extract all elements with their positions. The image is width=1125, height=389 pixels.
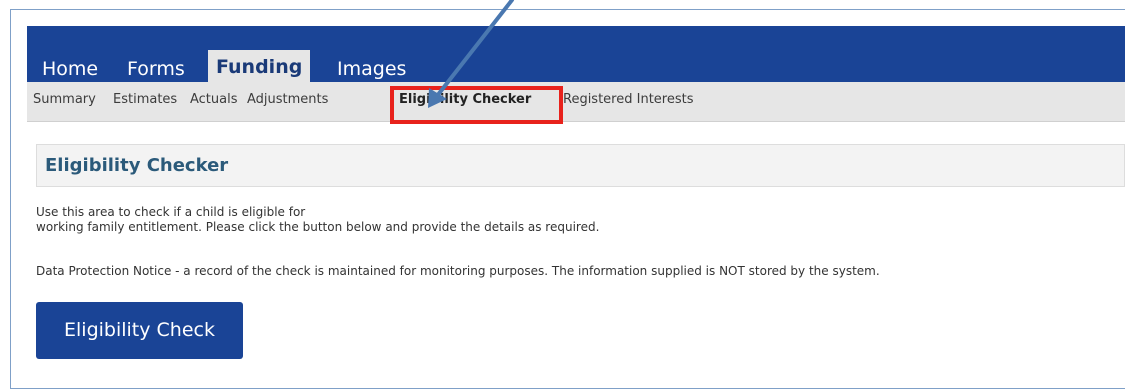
intro-text-line2: working family entitlement. Please click… xyxy=(36,220,600,234)
intro-text-line1: Use this area to check if a child is eli… xyxy=(36,205,306,219)
page-title: Eligibility Checker xyxy=(45,155,229,176)
data-protection-notice: Data Protection Notice - a record of the… xyxy=(36,264,880,278)
section-header: Eligibility Checker xyxy=(36,144,1125,187)
eligibility-check-button[interactable]: Eligibility Check xyxy=(36,302,243,359)
